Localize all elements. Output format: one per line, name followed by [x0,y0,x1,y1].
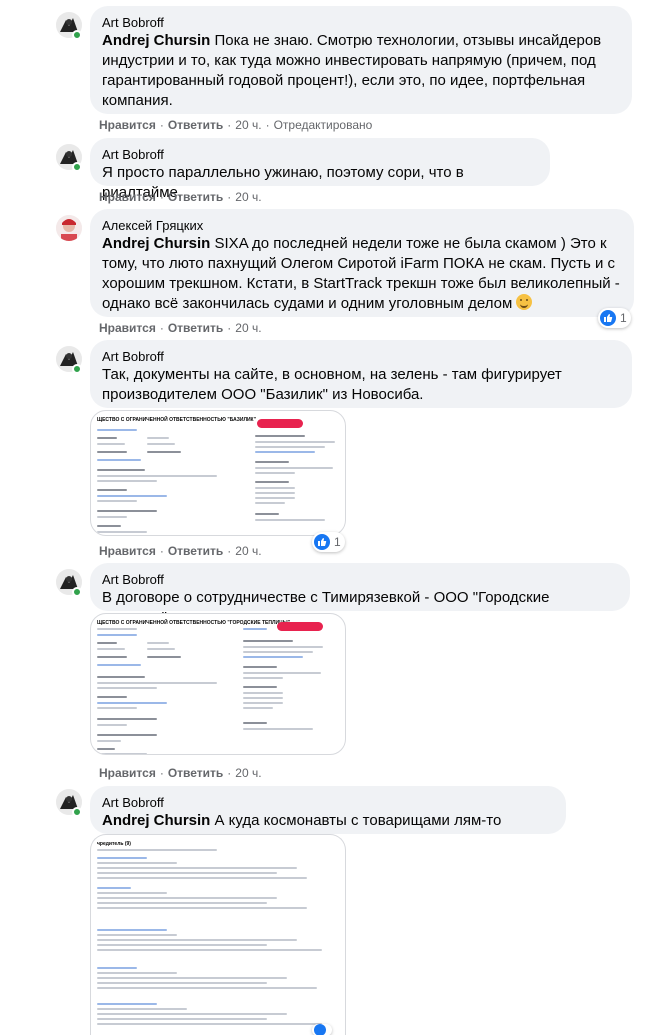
online-status-icon [72,364,82,374]
comment-actions: Нравится · Ответить · 20 ч. [99,321,262,335]
online-status-icon [72,162,82,172]
comment-author[interactable]: Алексей Гряцких [102,217,622,234]
document-title: чредитель (9) [97,841,131,847]
comment-bubble: Art Bobroff Я просто параллельно ужинаю,… [90,138,550,201]
comment-bubble: Art Bobroff В договоре о сотрудничестве … [90,563,630,626]
timestamp[interactable]: 20 ч. [235,190,261,204]
comment-bubble: Art Bobroff Так, документы на сайте, в о… [90,340,632,408]
like-reaction-icon [314,534,330,550]
comment-text: Andrej Chursin SIXA до последней недели … [102,235,620,312]
comment-author[interactable]: Art Bobroff [102,146,538,163]
document-title: ЩЕСТВО С ОГРАНИЧЕННОЙ ОТВЕТСТВЕННОСТЬЮ "… [97,417,256,423]
reply-button[interactable]: Ответить [168,766,223,780]
comment-author[interactable]: Art Bobroff [102,348,620,365]
like-button[interactable]: Нравится [99,766,156,780]
reply-button[interactable]: Ответить [168,544,223,558]
comment-text: Так, документы на сайте, в основном, на … [102,366,562,403]
timestamp[interactable]: 20 ч. [235,544,261,558]
avatar[interactable] [56,215,82,241]
like-reaction-icon [314,1024,326,1035]
online-status-icon [72,807,82,817]
comment-author[interactable]: Art Bobroff [102,14,620,31]
attached-document-image[interactable]: ЩЕСТВО С ОГРАНИЧЕННОЙ ОТВЕТСТВЕННОСТЬЮ "… [90,410,346,536]
comment-actions: Нравится · Ответить · 20 ч. [99,190,262,204]
like-button[interactable]: Нравится [99,321,156,335]
reply-button[interactable]: Ответить [168,118,223,132]
like-button[interactable]: Нравится [99,190,156,204]
comment-text: Andrej Chursin Пока не знаю. Смотрю техн… [102,32,602,109]
smile-emoji-icon [516,294,533,310]
comment-bubble: Алексей Гряцких Andrej Chursin SIXA до п… [90,209,634,317]
timestamp[interactable]: 20 ч. [235,766,261,780]
reaction-count[interactable]: 1 [312,532,345,552]
like-button[interactable]: Нравится [99,118,156,132]
timestamp[interactable]: 20 ч. [235,321,261,335]
reaction-count[interactable] [312,1024,332,1035]
reply-button[interactable]: Ответить [168,321,223,335]
like-button[interactable]: Нравится [99,544,156,558]
attached-document-image[interactable]: чредитель (9) [90,834,346,1035]
comment-actions: Нравится · Ответить · 20 ч. · Отредактировано [99,118,373,132]
comment-actions: Нравится · Ответить · 20 ч. [99,766,262,780]
online-status-icon [72,30,82,40]
mention-link[interactable]: Andrej Chursin [102,812,210,829]
document-button [257,419,303,428]
comment-bubble: Art Bobroff Andrej Chursin А куда космон… [90,786,566,849]
reaction-count[interactable]: 1 [598,308,631,328]
online-status-icon [72,587,82,597]
document-button [277,622,323,631]
edited-label: Отредактировано [273,118,373,132]
mention-link[interactable]: Andrej Chursin [102,235,210,252]
avatar-alexey-icon [56,215,82,241]
comment-author[interactable]: Art Bobroff [102,571,618,588]
attached-document-image[interactable]: ЩЕСТВО С ОГРАНИЧЕННОЙ ОТВЕТСТВЕННОСТЬЮ "… [90,613,346,755]
mention-link[interactable]: Andrej Chursin [102,32,210,49]
timestamp[interactable]: 20 ч. [235,118,261,132]
comment-bubble: Art Bobroff Andrej Chursin Пока не знаю.… [90,6,632,114]
reply-button[interactable]: Ответить [168,190,223,204]
like-reaction-icon [600,310,616,326]
comment-actions: Нравится · Ответить · 20 ч. [99,544,262,558]
comment-author[interactable]: Art Bobroff [102,794,554,811]
document-title: ЩЕСТВО С ОГРАНИЧЕННОЙ ОТВЕТСТВЕННОСТЬЮ "… [97,620,290,626]
